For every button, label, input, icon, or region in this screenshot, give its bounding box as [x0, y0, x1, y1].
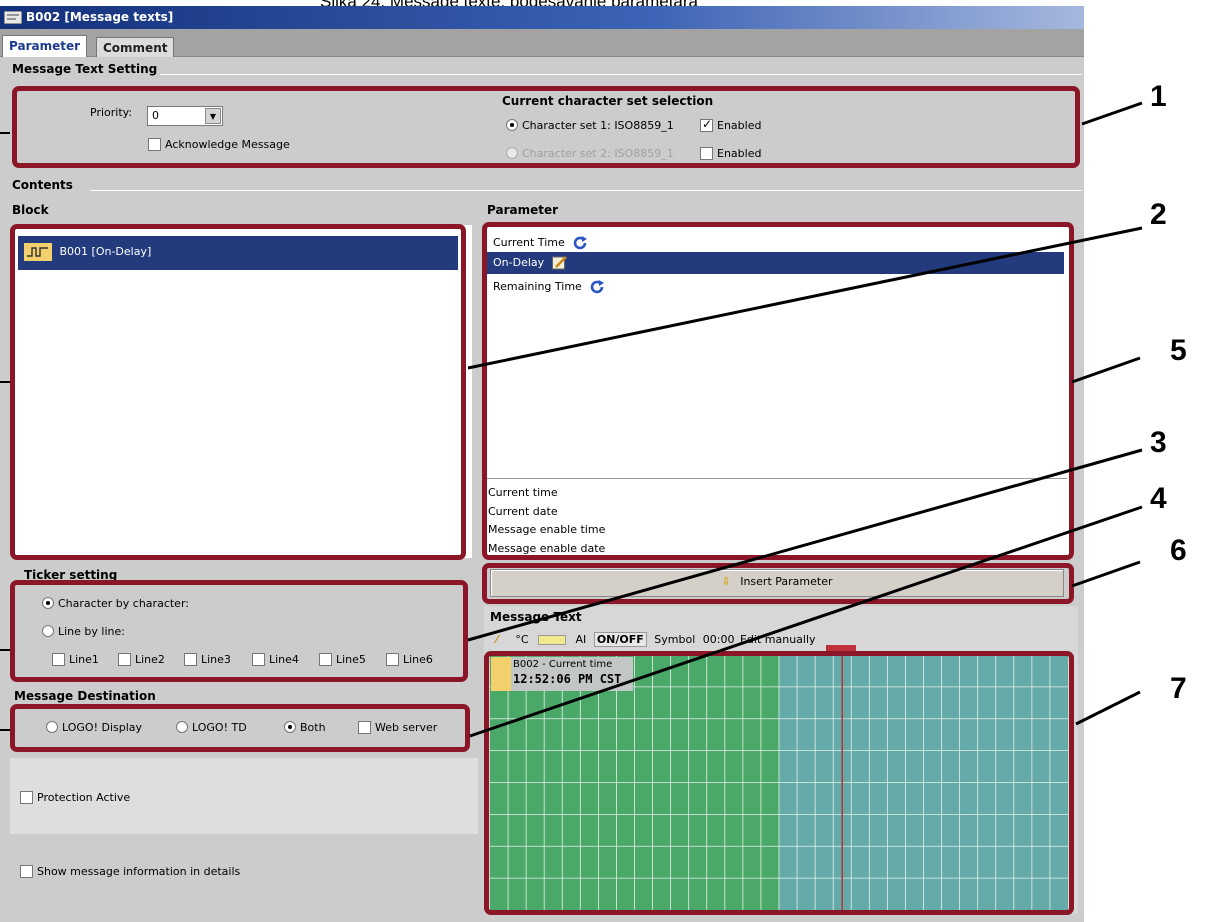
callout-number-7: 7 — [1170, 672, 1187, 705]
callout-lines — [0, 101, 1143, 738]
callout-number-4: 4 — [1150, 482, 1167, 515]
callout-number-1: 1 — [1150, 80, 1167, 113]
callout-number-2: 2 — [1150, 198, 1167, 231]
callout-number-3: 3 — [1150, 426, 1167, 459]
callout-number-5: 5 — [1170, 334, 1187, 367]
callout-number-6: 6 — [1170, 534, 1187, 567]
